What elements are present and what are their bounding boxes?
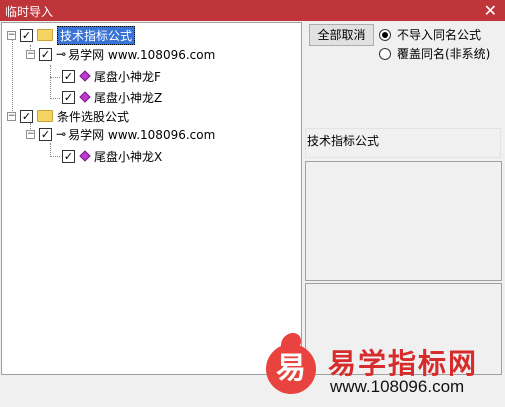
checkbox[interactable]: ✓ <box>39 47 52 61</box>
formula-diamond-icon <box>79 150 91 162</box>
tree-node-label[interactable]: 尾盘小神龙X <box>94 148 162 165</box>
deselect-all-button[interactable]: 全部取消 <box>309 24 374 46</box>
tree-node-formula[interactable]: ✓ 尾盘小神龙X <box>62 147 162 165</box>
key-icon: ⊸ <box>56 127 66 141</box>
folder-icon <box>37 110 53 122</box>
tree-connector <box>50 143 51 157</box>
key-icon: ⊸ <box>56 47 66 61</box>
tree-connector <box>50 77 60 78</box>
checkbox[interactable]: ✓ <box>62 149 75 163</box>
tree-node-technical-indicators[interactable]: − ✓ 技术指标公式 <box>7 25 136 45</box>
collapse-icon[interactable]: − <box>7 30 16 40</box>
radio-label[interactable]: 覆盖同名(非系统) <box>397 45 490 62</box>
window-title: 临时导入 <box>5 5 54 19</box>
tree-node-source[interactable]: − ✓ ⊸ 易学网 www.108096.com <box>26 45 215 63</box>
tree-node-label[interactable]: 易学网 www.108096.com <box>68 46 215 63</box>
collapse-icon[interactable]: − <box>7 111 16 121</box>
checkbox[interactable]: ✓ <box>62 90 75 104</box>
tree-node-label[interactable]: 尾盘小神龙F <box>94 68 161 85</box>
watermark-url: www.108096.com <box>330 377 465 396</box>
watermark-logo: 易 <box>266 344 316 394</box>
checkbox[interactable]: ✓ <box>62 69 75 83</box>
radio-label[interactable]: 不导入同名公式 <box>397 26 481 43</box>
tree-connector <box>50 156 60 157</box>
tree-node-formula[interactable]: ✓ 尾盘小神龙Z <box>62 88 162 106</box>
radio-overwrite[interactable]: 覆盖同名(非系统) <box>379 45 490 62</box>
tree-node-label[interactable]: 技术指标公式 <box>57 25 136 45</box>
tree-node-label[interactable]: 易学网 www.108096.com <box>68 126 215 143</box>
close-icon[interactable]: ✕ <box>484 1 497 20</box>
tree-node-stock-selection[interactable]: − ✓ 条件选股公式 <box>7 107 129 125</box>
tree-node-formula[interactable]: ✓ 尾盘小神龙F <box>62 67 161 85</box>
collapse-icon[interactable]: − <box>26 49 35 59</box>
radio-no-import[interactable]: 不导入同名公式 <box>379 26 481 43</box>
collapse-icon[interactable]: − <box>26 129 35 139</box>
formula-diamond-icon <box>79 91 91 103</box>
category-label: 技术指标公式 <box>307 134 380 148</box>
tree-connector <box>50 65 51 99</box>
watermark-title: 易学指标网 <box>328 347 479 380</box>
checkbox[interactable]: ✓ <box>20 28 33 42</box>
tree-node-source[interactable]: − ✓ ⊸ 易学网 www.108096.com <box>26 125 215 143</box>
checkbox[interactable]: ✓ <box>39 127 52 141</box>
tree-connector <box>50 98 60 99</box>
formula-diamond-icon <box>79 70 91 82</box>
description-panel <box>305 161 502 281</box>
tree-connector <box>12 37 13 117</box>
tree-node-label[interactable]: 尾盘小神龙Z <box>94 89 162 106</box>
radio-button[interactable] <box>379 28 391 41</box>
radio-button[interactable] <box>379 47 391 60</box>
checkbox[interactable]: ✓ <box>20 109 33 123</box>
folder-icon <box>37 29 53 41</box>
title-bar: 临时导入 ✕ <box>0 0 505 21</box>
tree-node-label[interactable]: 条件选股公式 <box>57 108 129 125</box>
formula-tree[interactable]: − ✓ 技术指标公式 − ✓ ⊸ 易学网 www.108096.com ✓ 尾盘… <box>1 22 302 375</box>
